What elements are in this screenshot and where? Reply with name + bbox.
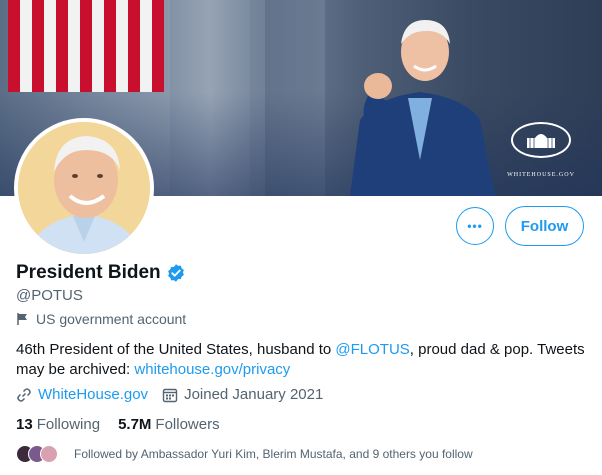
profile-avatar[interactable] [14, 118, 154, 258]
profile-meta: WhiteHouse.gov Joined January 2021 [16, 386, 337, 403]
bio-text: 46th President of the United States, hus… [16, 341, 336, 358]
followers-count: 5.7M [118, 416, 152, 433]
website-link[interactable]: WhiteHouse.gov [38, 386, 148, 403]
follow-button[interactable]: Follow [505, 206, 584, 246]
followers-stat[interactable]: 5.7M Followers [118, 416, 220, 433]
following-label: Following [36, 416, 101, 433]
whitehouse-logo: WHITEHOUSE.GOV [505, 122, 577, 182]
profile-bio: 46th President of the United States, hus… [16, 340, 591, 380]
banner-person-photo [350, 20, 495, 196]
followed-by-avatars [16, 445, 58, 463]
followed-by-text: Followed by Ambassador Yuri Kim, Blerim … [74, 447, 473, 461]
flag-graphic [0, 0, 170, 92]
more-options-button[interactable]: ••• [456, 207, 494, 245]
profile-name-row: President Biden [16, 262, 186, 284]
avatar-photo [18, 122, 150, 254]
followed-by-row[interactable]: Followed by Ambassador Yuri Kim, Blerim … [16, 445, 473, 463]
following-count: 13 [16, 416, 33, 433]
follow-stats: 13 Following 5.7M Followers [16, 416, 238, 433]
whitehouse-logo-label: WHITEHOUSE.GOV [507, 172, 575, 178]
profile-handle: @POTUS [16, 287, 83, 304]
website-item[interactable]: WhiteHouse.gov [16, 386, 148, 403]
government-account-label[interactable]: US government account [16, 311, 186, 327]
bio-mention-link[interactable]: @FLOTUS [335, 341, 409, 358]
verified-badge-icon[interactable] [166, 263, 186, 283]
joined-item: Joined January 2021 [162, 386, 323, 403]
link-icon [17, 387, 31, 402]
flag-icon [17, 313, 27, 325]
bio-privacy-link[interactable]: whitehouse.gov/privacy [134, 361, 290, 378]
followers-label: Followers [155, 416, 220, 433]
avatar [40, 445, 58, 463]
display-name: President Biden [16, 262, 161, 283]
joined-date: Joined January 2021 [184, 386, 324, 403]
whitehouse-emblem-icon [511, 122, 571, 158]
more-icon: ••• [467, 219, 483, 233]
government-account-text: US government account [36, 311, 187, 327]
calendar-icon [162, 388, 178, 402]
following-stat[interactable]: 13 Following [16, 416, 100, 433]
